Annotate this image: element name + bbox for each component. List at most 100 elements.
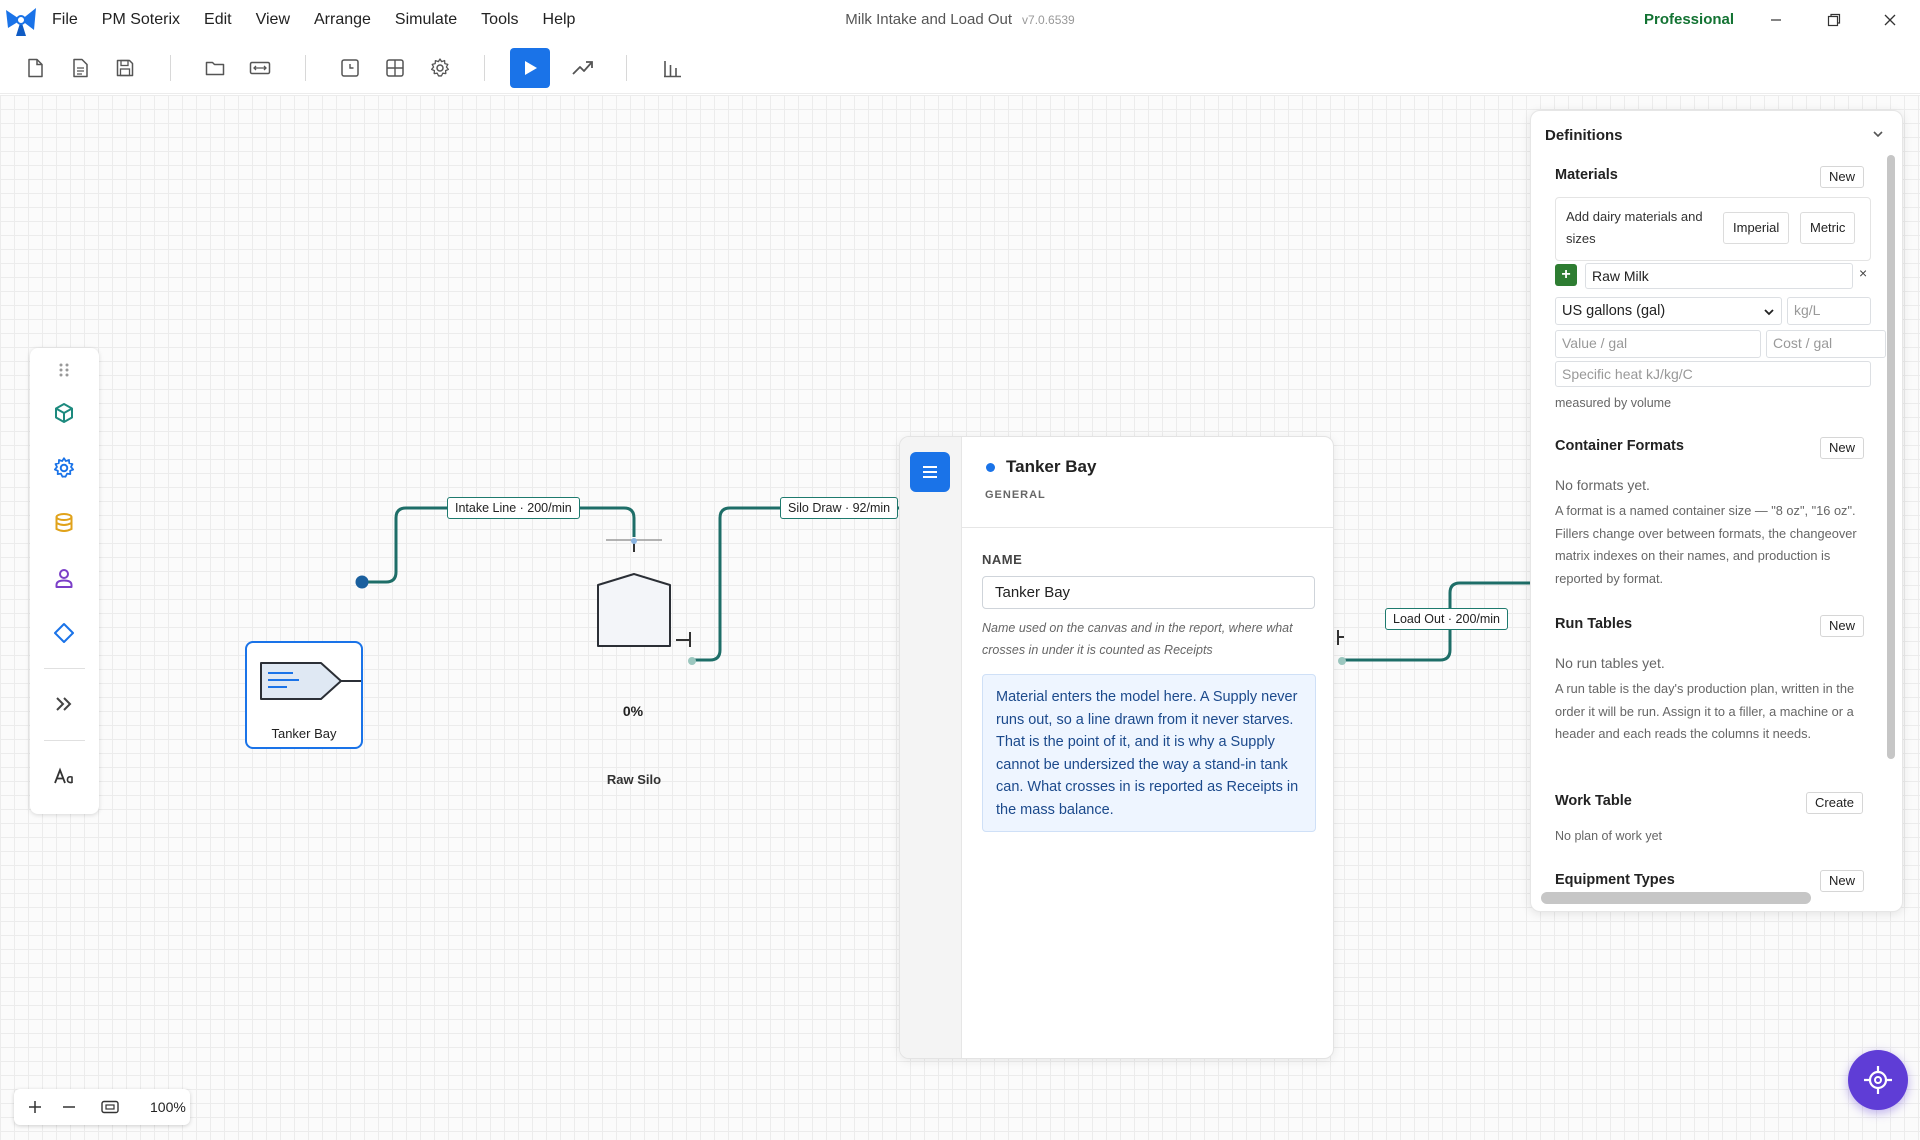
fit-to-screen-button[interactable] (97, 1094, 123, 1120)
trend-button[interactable] (566, 51, 600, 85)
node-tanker-bay[interactable]: Tanker Bay (245, 641, 363, 749)
name-input[interactable] (982, 576, 1315, 609)
fit-screen-icon (101, 1100, 119, 1114)
metric-button[interactable]: Metric (1800, 212, 1856, 244)
properties-header: Tanker Bay GENERAL (962, 437, 1333, 528)
silo-tank-shape[interactable] (597, 573, 671, 647)
supply-icon (260, 662, 361, 700)
shape-palette (30, 348, 99, 814)
imperial-button[interactable]: Imperial (1723, 212, 1790, 244)
restore-button[interactable] (1806, 0, 1862, 40)
loadout-inlet-valve (1337, 630, 1344, 645)
menu-help[interactable]: Help (531, 0, 588, 40)
new-run-table-button[interactable]: New (1820, 615, 1865, 637)
container-formats-empty: No formats yet. (1555, 477, 1650, 493)
node-label: Tanker Bay (271, 726, 337, 741)
text-style-icon (54, 767, 73, 784)
palette-divider (44, 668, 85, 669)
definitions-title: Definitions (1545, 127, 1623, 144)
menu-lines-icon (923, 466, 937, 478)
toolbar-divider (626, 55, 627, 81)
output-port[interactable] (355, 575, 369, 589)
loadout-inlet-port[interactable] (1338, 657, 1346, 665)
menu-pm-soterix[interactable]: PM Soterix (90, 0, 192, 40)
menu-arrange[interactable]: Arrange (302, 0, 383, 40)
new-file-button[interactable] (18, 51, 52, 85)
work-table-title: Work Table (1555, 793, 1632, 809)
menu-simulate[interactable]: Simulate (383, 0, 469, 40)
material-cube-icon (55, 403, 73, 423)
document-button[interactable] (63, 51, 97, 85)
document-title: Milk Intake and Load Out (845, 11, 1013, 28)
operator-person-icon (55, 569, 73, 588)
unit-select-value: US gallons (gal) (1562, 303, 1666, 319)
silo-fill-level: 0% (622, 703, 644, 719)
remove-material-button[interactable]: × (1859, 265, 1867, 281)
settings-button[interactable] (423, 51, 457, 85)
save-button[interactable] (108, 51, 142, 85)
horizontal-scrollbar[interactable] (1541, 892, 1811, 904)
new-file-icon (28, 58, 43, 78)
grid-button[interactable] (378, 51, 412, 85)
cost-input[interactable]: Cost / gal (1766, 330, 1886, 358)
vertical-scrollbar[interactable] (1887, 155, 1895, 759)
palette-expand-button[interactable] (46, 686, 82, 722)
fit-width-button[interactable] (243, 51, 277, 85)
minimize-button[interactable] (1748, 0, 1804, 40)
properties-tab-rail (900, 437, 962, 1058)
menu-edit[interactable]: Edit (192, 0, 244, 40)
palette-machine-button[interactable] (46, 450, 82, 486)
new-material-button[interactable]: New (1820, 166, 1865, 188)
run-tables-title: Run Tables (1555, 616, 1633, 632)
palette-material-button[interactable] (46, 395, 82, 431)
add-material-button[interactable]: + (1555, 264, 1577, 286)
zoom-in-button[interactable] (22, 1094, 48, 1120)
palette-text-button[interactable] (46, 759, 82, 795)
app-logo-icon[interactable] (2, 2, 40, 38)
new-equipment-type-button[interactable]: New (1820, 870, 1865, 892)
name-hint: Name used on the canvas and in the repor… (982, 621, 1293, 657)
density-input[interactable]: kg/L (1787, 297, 1871, 325)
menu-tools[interactable]: Tools (469, 0, 530, 40)
silo-inlet-port[interactable] (631, 538, 637, 544)
drag-handle-icon[interactable] (58, 362, 70, 383)
zoom-controls: 100% (14, 1089, 190, 1125)
menu-view[interactable]: View (244, 0, 302, 40)
run-icon (525, 61, 537, 75)
silo-outlet-port[interactable] (688, 657, 696, 665)
value-input[interactable]: Value / gal (1555, 330, 1761, 358)
palette-decision-button[interactable] (46, 615, 82, 651)
palette-tank-button[interactable] (46, 505, 82, 541)
palette-operator-button[interactable] (46, 560, 82, 596)
run-tables-description: A run table is the day's production plan… (1555, 681, 1855, 742)
materials-units-box: Add dairy materials and sizes Imperial M… (1555, 197, 1871, 261)
machine-gear-icon (53, 457, 75, 478)
edge-label-silo-draw[interactable]: Silo Draw · 92/min (780, 497, 899, 519)
specific-heat-input[interactable]: Specific heat kJ/kg/C (1555, 361, 1871, 387)
material-name-input[interactable]: Raw Milk (1585, 263, 1853, 289)
name-field-label: NAME (982, 552, 1023, 567)
expand-chevrons-icon (56, 697, 72, 711)
edition-badge: Professional (1644, 11, 1735, 28)
create-work-table-button[interactable]: Create (1806, 792, 1864, 814)
edge-label-intake-line[interactable]: Intake Line · 200/min (447, 497, 580, 519)
general-tab[interactable] (910, 452, 950, 492)
edge-label-load-out[interactable]: Load Out · 200/min (1385, 608, 1509, 630)
zoom-out-button[interactable] (56, 1094, 82, 1120)
edge-silo-draw[interactable] (692, 506, 900, 662)
clock-button[interactable] (333, 51, 367, 85)
assistant-fab[interactable] (1848, 1050, 1908, 1110)
close-button[interactable] (1862, 0, 1918, 40)
toolbar-divider (484, 55, 485, 81)
bar-chart-button[interactable] (655, 51, 689, 85)
open-folder-button[interactable] (198, 51, 232, 85)
minimize-icon (1771, 19, 1781, 21)
run-simulation-button[interactable] (510, 48, 550, 88)
new-container-format-button[interactable]: New (1820, 437, 1865, 459)
silo-outlet-valve (676, 632, 691, 647)
edge-intake-line[interactable] (363, 506, 636, 584)
unit-select[interactable]: US gallons (gal) (1555, 297, 1782, 325)
collapse-chevron-icon[interactable] (1871, 127, 1885, 146)
menu-file[interactable]: File (52, 0, 90, 40)
definitions-panel: Definitions Materials New Add dairy mate… (1530, 110, 1903, 912)
